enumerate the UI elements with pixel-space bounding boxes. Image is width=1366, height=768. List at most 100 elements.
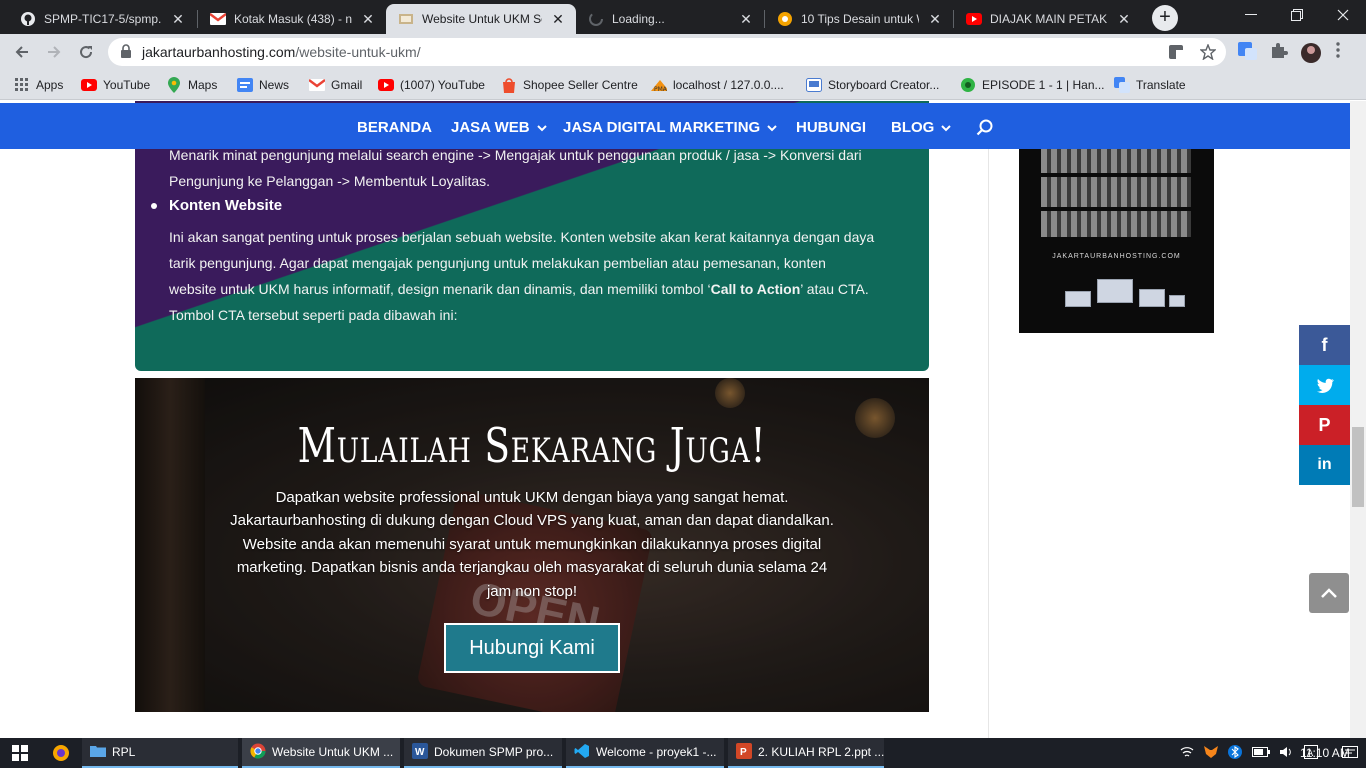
windows-start-icon[interactable] (0, 738, 40, 768)
para-line-3-tail: ’ atau CTA. (800, 281, 869, 297)
back-to-top-button[interactable] (1309, 573, 1349, 613)
bookmark-youtube[interactable]: YouTube (81, 76, 150, 94)
bookmark-label: YouTube (103, 78, 151, 92)
bookmark-translate[interactable]: Translate (1114, 76, 1186, 94)
browser-toolbar: jakartaurbanhosting.com/website-untuk-uk… (0, 34, 1366, 70)
translate-page-icon[interactable] (1168, 44, 1184, 60)
back-icon[interactable] (10, 40, 34, 64)
device-mockup (1139, 289, 1165, 307)
tab-title: Loading... (612, 12, 665, 26)
url-path: /website-untuk-ukm/ (295, 44, 421, 60)
bookmark-label: Apps (36, 78, 64, 92)
restore-icon[interactable] (1274, 0, 1320, 30)
close-icon[interactable]: ✕ (738, 11, 754, 27)
close-icon[interactable]: ✕ (550, 11, 566, 27)
taskbar-item-powerpoint[interactable]: P 2. KULIAH RPL 2.ppt ... (728, 738, 884, 768)
menu-dots-icon[interactable] (1336, 42, 1358, 62)
tab-gmail[interactable]: Kotak Masuk (438) - nis ✕ (198, 4, 386, 34)
share-linkedin-button[interactable]: in (1299, 445, 1350, 485)
windows-taskbar: RPL Website Untuk UKM ... W Dokumen SPMP… (0, 738, 1366, 768)
share-pinterest-button[interactable]: P (1299, 405, 1350, 445)
taskbar-label: 2. KULIAH RPL 2.ppt ... (758, 745, 885, 759)
tab-website-ukm[interactable]: Website Untuk UKM Se ✕ (386, 4, 576, 34)
linkedin-icon: in (1317, 456, 1332, 473)
scrollbar-thumb[interactable] (1352, 427, 1364, 507)
reload-icon[interactable] (74, 40, 98, 64)
bookmark-localhost[interactable]: PMA localhost / 127.0.0.... (651, 76, 784, 94)
bookmark-gmail[interactable]: Gmail (309, 76, 362, 94)
extensions-puzzle-icon[interactable] (1270, 42, 1292, 62)
hubungi-kami-button[interactable]: Hubungi Kami (444, 623, 620, 673)
device-mockup (1169, 295, 1185, 307)
metamask-icon[interactable] (1204, 745, 1218, 761)
sidebar-divider (988, 149, 989, 738)
search-icon[interactable] (976, 119, 994, 137)
tab-spmp[interactable]: SPMP-TIC17-5/spmp.m ✕ (8, 4, 196, 34)
para-line-3: website untuk UKM harus informatif, desi… (169, 276, 914, 302)
url-text: jakartaurbanhosting.com/website-untuk-uk… (142, 38, 421, 66)
address-bar[interactable]: jakartaurbanhosting.com/website-untuk-uk… (108, 38, 1226, 66)
bookmark-episode[interactable]: EPISODE 1 - 1 | Han... (960, 76, 1105, 94)
translate-extension-icon[interactable] (1238, 42, 1260, 62)
browser-pinned-icon[interactable] (44, 738, 80, 768)
youtube-icon (966, 11, 982, 27)
tab-diajak-main[interactable]: DIAJAK MAIN PETAK U ✕ (954, 4, 1142, 34)
taskbar-item-word[interactable]: W Dokumen SPMP pro... (404, 738, 562, 768)
close-icon[interactable]: ✕ (170, 11, 186, 27)
nav-hubungi[interactable]: HUBUNGI (796, 103, 866, 149)
sidebar-ad-banner[interactable]: JAKARTAURBANHOSTING.COM (1019, 149, 1214, 333)
tab-loading[interactable]: Loading... ✕ (576, 4, 764, 34)
hero-desc-line: marketing. Dapatkan bisnis anda terjangk… (236, 559, 828, 577)
taskbar-item-vscode[interactable]: Welcome - proyek1 -... (566, 738, 724, 768)
nav-label: HUBUNGI (796, 119, 866, 136)
nav-jasa-digital-marketing[interactable]: JASA DIGITAL MARKETING (563, 103, 777, 149)
para-line-3-text: website untuk UKM harus informatif, desi… (169, 281, 711, 297)
bookmark-youtube-1007[interactable]: (1007) YouTube (378, 76, 485, 94)
tab-strip: SPMP-TIC17-5/spmp.m ✕ Kotak Masuk (438) … (0, 0, 1366, 34)
bullet-dot (151, 203, 157, 209)
new-tab-button[interactable]: + (1152, 5, 1178, 31)
minimize-icon[interactable] (1228, 0, 1274, 30)
window-close-icon[interactable] (1320, 0, 1366, 30)
bookmark-news[interactable]: News (237, 76, 289, 94)
battery-icon[interactable] (1252, 746, 1270, 760)
bookmark-maps[interactable]: Maps (166, 76, 217, 94)
avatar[interactable] (1300, 42, 1322, 63)
site-icon (398, 11, 414, 27)
close-icon[interactable]: ✕ (1116, 11, 1132, 27)
taskbar-item-chrome[interactable]: Website Untuk UKM ... (242, 738, 400, 768)
bluetooth-icon[interactable] (1228, 744, 1242, 762)
nav-jasa-web[interactable]: JASA WEB (451, 103, 547, 149)
forward-icon[interactable] (42, 40, 66, 64)
youtube-icon (378, 77, 394, 93)
chrome-icon (250, 743, 266, 762)
bookmark-apps[interactable]: Apps (14, 76, 63, 94)
bookmark-shopee[interactable]: Shopee Seller Centre (501, 76, 638, 94)
taskbar-label: Website Untuk UKM ... (272, 745, 394, 759)
device-mockup (1065, 291, 1091, 307)
close-icon[interactable]: ✕ (360, 11, 376, 27)
notification-center-icon[interactable] (1342, 738, 1358, 768)
bookmark-star-icon[interactable] (1199, 43, 1217, 61)
url-domain: jakartaurbanhosting.com (142, 44, 296, 60)
nav-blog[interactable]: BLOG (891, 103, 952, 149)
nav-beranda[interactable]: BERANDA (357, 103, 432, 149)
shopee-icon (501, 77, 517, 93)
tab-10-tips[interactable]: 10 Tips Desain untuk W ✕ (765, 4, 953, 34)
bookmark-storyboard[interactable]: Storyboard Creator... (806, 76, 939, 94)
call-to-action-emphasis: Call to Action (710, 281, 801, 297)
building-image (1041, 211, 1191, 237)
system-tray: A (1180, 738, 1318, 768)
site-navbar: BERANDA JASA WEB JASA DIGITAL MARKETING … (0, 103, 1350, 149)
gmail-icon (210, 11, 226, 27)
page-scrollbar[interactable] (1350, 101, 1366, 738)
share-facebook-button[interactable]: f (1299, 325, 1350, 365)
nav-label: JASA WEB (451, 119, 530, 136)
taskbar-item-rpl[interactable]: RPL (82, 738, 238, 768)
volume-icon[interactable] (1280, 746, 1294, 761)
para-line-4: Tombol CTA tersebut seperti pada dibawah… (169, 307, 458, 323)
close-icon[interactable]: ✕ (927, 11, 943, 27)
wifi-icon[interactable] (1180, 746, 1194, 761)
share-twitter-button[interactable] (1299, 365, 1350, 405)
chevron-down-icon (941, 103, 952, 153)
